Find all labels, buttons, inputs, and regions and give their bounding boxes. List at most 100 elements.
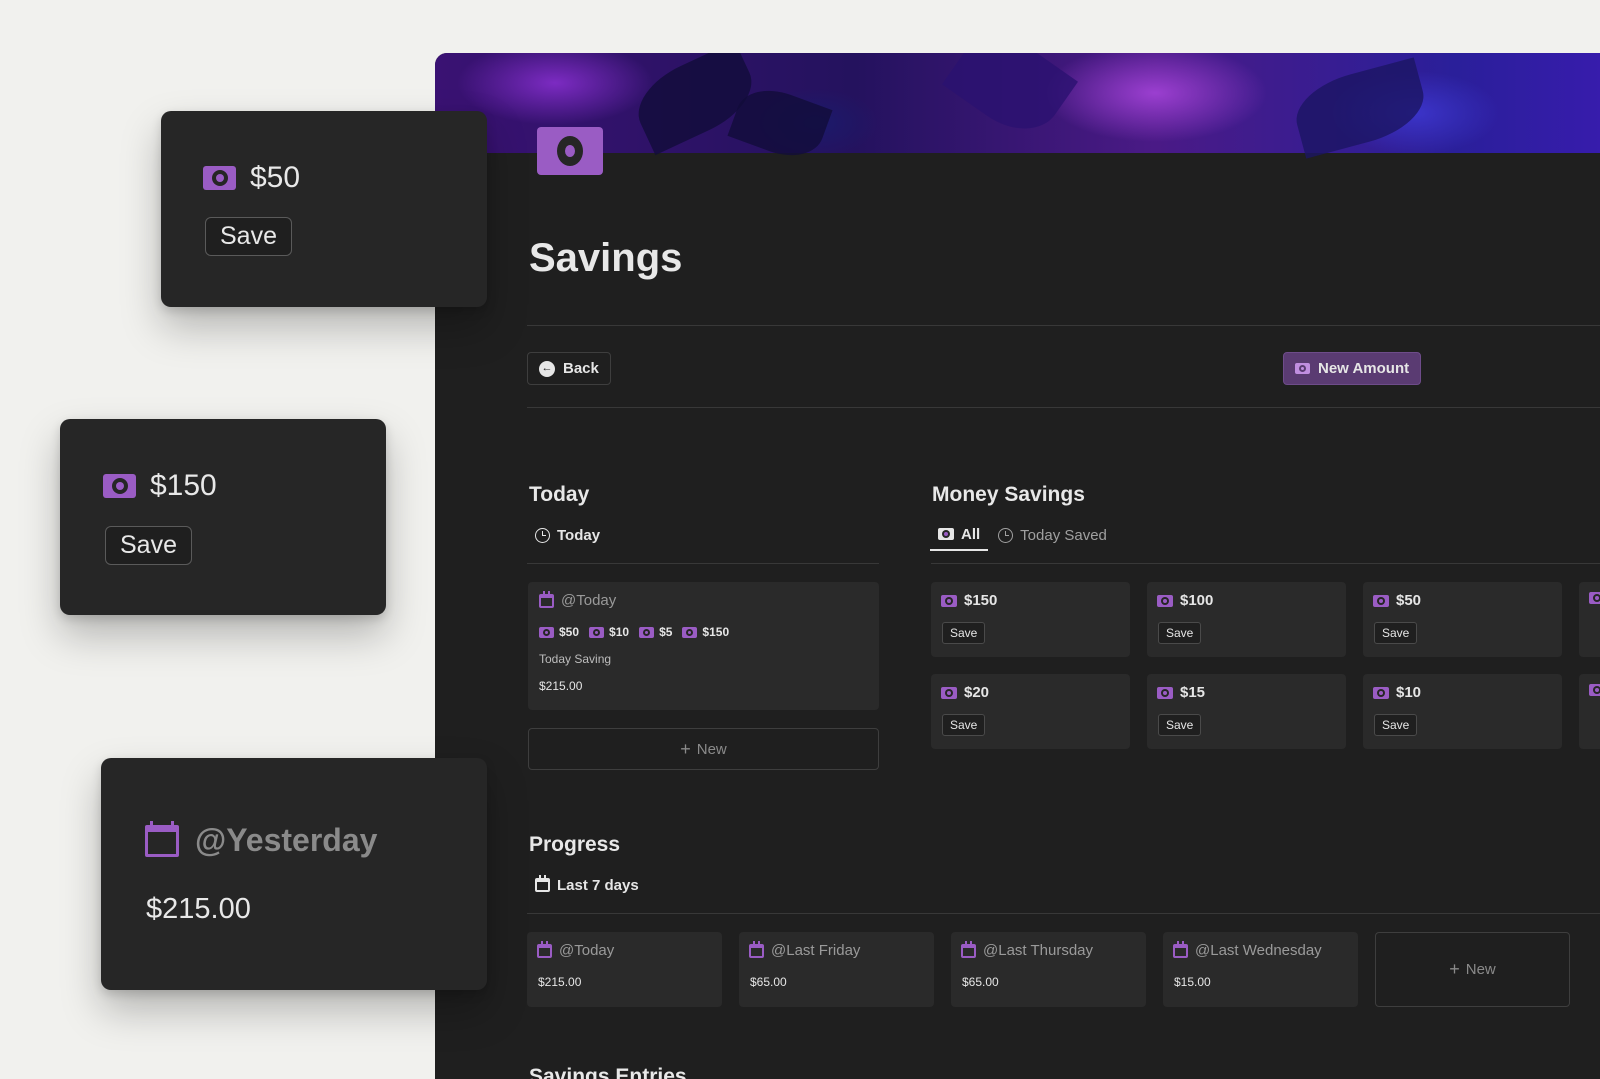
save-button[interactable]: Save [1374, 622, 1418, 644]
amount-label: $150 [150, 469, 217, 502]
money-bill-icon [539, 626, 554, 638]
save-button[interactable]: Save [1374, 714, 1418, 736]
amount-label: $15 [1180, 684, 1206, 701]
back-button-label: Back [563, 360, 599, 377]
save-button[interactable]: Save [1158, 622, 1202, 644]
calendar-icon [535, 875, 550, 892]
tab-today-saved[interactable]: Today Saved [990, 519, 1115, 551]
amount-tag: $50 [559, 625, 580, 639]
money-bill-icon [1589, 684, 1600, 696]
progress-total: $215.00 [538, 975, 582, 989]
money-bill-icon [1295, 363, 1310, 374]
savings-entries-heading: Savings Entries [529, 1065, 687, 1079]
amount-card[interactable]: $150 Save [931, 582, 1130, 657]
cover-image[interactable] [435, 53, 1600, 167]
money-bill-icon [941, 686, 957, 699]
back-button[interactable]: ← Back [527, 352, 611, 385]
progress-total: $65.00 [750, 975, 787, 989]
amount-card[interactable]: $100 Save [1147, 582, 1346, 657]
save-button[interactable]: Save [942, 714, 986, 736]
divider [527, 563, 879, 564]
today-heading: Today [529, 483, 590, 506]
card-caption: Today Saving [539, 652, 612, 666]
arrow-left-circle-icon: ← [539, 360, 555, 377]
tab-today-saved-label: Today Saved [1020, 526, 1107, 544]
money-bill-icon [639, 626, 655, 638]
card-total: $215.00 [146, 893, 251, 925]
calendar-icon [145, 820, 179, 857]
amount-label: $100 [1180, 592, 1214, 609]
amount-label: $50 [1396, 592, 1422, 609]
divider [527, 407, 1600, 408]
notion-page-panel: Savings ← Back New Amount Today Today @T… [435, 53, 1600, 1079]
progress-card[interactable]: @Today $215.00 [527, 932, 722, 1007]
money-bill-icon [1373, 686, 1389, 699]
progress-card[interactable]: @Last Friday $65.00 [739, 932, 934, 1007]
card-date: @Yesterday [195, 822, 378, 858]
save-button[interactable]: Save [205, 217, 292, 256]
money-bill-icon [682, 626, 698, 638]
money-bill-icon [1589, 592, 1600, 604]
progress-date: @Last Wednesday [1195, 942, 1322, 959]
progress-total: $15.00 [1174, 975, 1211, 989]
floating-amount-card-150[interactable]: $150 Save [60, 419, 386, 615]
page-title: Savings [529, 236, 683, 280]
calendar-icon [537, 940, 552, 958]
amount-card[interactable]: $15 Save [1147, 674, 1346, 749]
new-label: New [696, 740, 727, 758]
amount-card[interactable]: $50 Save [1363, 582, 1562, 657]
save-button[interactable]: Save [1158, 714, 1202, 736]
today-view-tabs: Today [527, 519, 608, 551]
divider [527, 913, 1600, 914]
save-button[interactable]: Save [942, 622, 986, 644]
progress-total: $65.00 [962, 975, 999, 989]
new-amount-button[interactable]: New Amount [1283, 352, 1422, 385]
save-button[interactable]: Save [105, 526, 192, 565]
today-new-button[interactable]: + New [528, 728, 879, 770]
amount-card[interactable]: $10 Save [1363, 674, 1562, 749]
money-bill-icon [938, 528, 954, 540]
today-saving-card[interactable]: @Today $50 $10 $5 $150 Today Saving $215… [528, 582, 879, 710]
amount-label: $10 [1396, 684, 1422, 701]
money-bill-icon [103, 474, 136, 498]
tab-today-label: Today [557, 526, 601, 544]
clock-icon [998, 527, 1014, 543]
amount-label: $50 [250, 161, 301, 194]
amount-card-partial[interactable] [1579, 674, 1600, 749]
tab-all[interactable]: All [930, 519, 989, 551]
progress-view-tabs: Last 7 days [527, 869, 647, 901]
plus-icon: + [1449, 959, 1460, 979]
progress-card[interactable]: @Last Thursday $65.00 [951, 932, 1146, 1007]
page-money-icon[interactable] [537, 127, 603, 175]
floating-progress-card[interactable]: @Yesterday $215.00 [101, 758, 487, 990]
money-bill-icon [941, 594, 957, 607]
money-savings-tabs: All Today Saved [930, 519, 1115, 551]
progress-new-button[interactable]: + New [1375, 932, 1570, 1007]
clock-icon [535, 527, 550, 543]
progress-heading: Progress [529, 833, 621, 856]
new-label: New [1465, 961, 1496, 978]
money-bill-icon [1157, 594, 1173, 607]
plus-icon: + [680, 738, 691, 759]
amount-tag: $5 [659, 625, 673, 639]
tab-today[interactable]: Today [527, 519, 608, 551]
card-total: $215.00 [539, 679, 583, 693]
amount-tag: $10 [609, 625, 630, 639]
calendar-icon [749, 940, 764, 958]
calendar-icon [1173, 940, 1188, 958]
money-savings-heading: Money Savings [932, 483, 1085, 506]
progress-card[interactable]: @Last Wednesday $15.00 [1163, 932, 1358, 1007]
tab-last-7-days[interactable]: Last 7 days [527, 869, 647, 901]
tab-all-label: All [961, 525, 981, 543]
card-date: @Today [561, 592, 617, 609]
money-bill-icon [1373, 594, 1389, 607]
amount-tag: $150 [702, 625, 730, 639]
new-amount-label: New Amount [1318, 360, 1410, 377]
amount-card-partial[interactable] [1579, 582, 1600, 657]
money-bill-icon [203, 166, 236, 190]
amount-label: $20 [964, 684, 990, 701]
floating-amount-card-50[interactable]: $50 Save [161, 111, 487, 307]
tab-last-7-days-label: Last 7 days [557, 876, 639, 894]
amount-label: $150 [964, 592, 998, 609]
amount-card[interactable]: $20 Save [931, 674, 1130, 749]
